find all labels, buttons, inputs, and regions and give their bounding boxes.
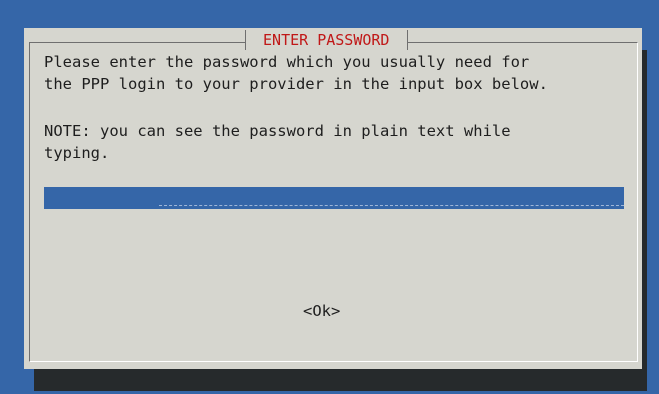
instruction-line-2: the PPP login to your provider in the in… bbox=[44, 75, 548, 93]
password-input[interactable]: 84938498498 bbox=[44, 187, 624, 209]
note-line-2: typing. bbox=[44, 144, 110, 162]
ok-button[interactable]: <Ok> bbox=[303, 300, 340, 322]
input-fill-line bbox=[159, 205, 624, 206]
dialog-title: ENTER PASSWORD bbox=[245, 30, 408, 50]
note-line-1: NOTE: you can see the password in plain … bbox=[44, 122, 511, 140]
password-dialog: ENTER PASSWORD Please enter the password… bbox=[24, 28, 642, 369]
instruction-line-1: Please enter the password which you usua… bbox=[44, 53, 530, 71]
